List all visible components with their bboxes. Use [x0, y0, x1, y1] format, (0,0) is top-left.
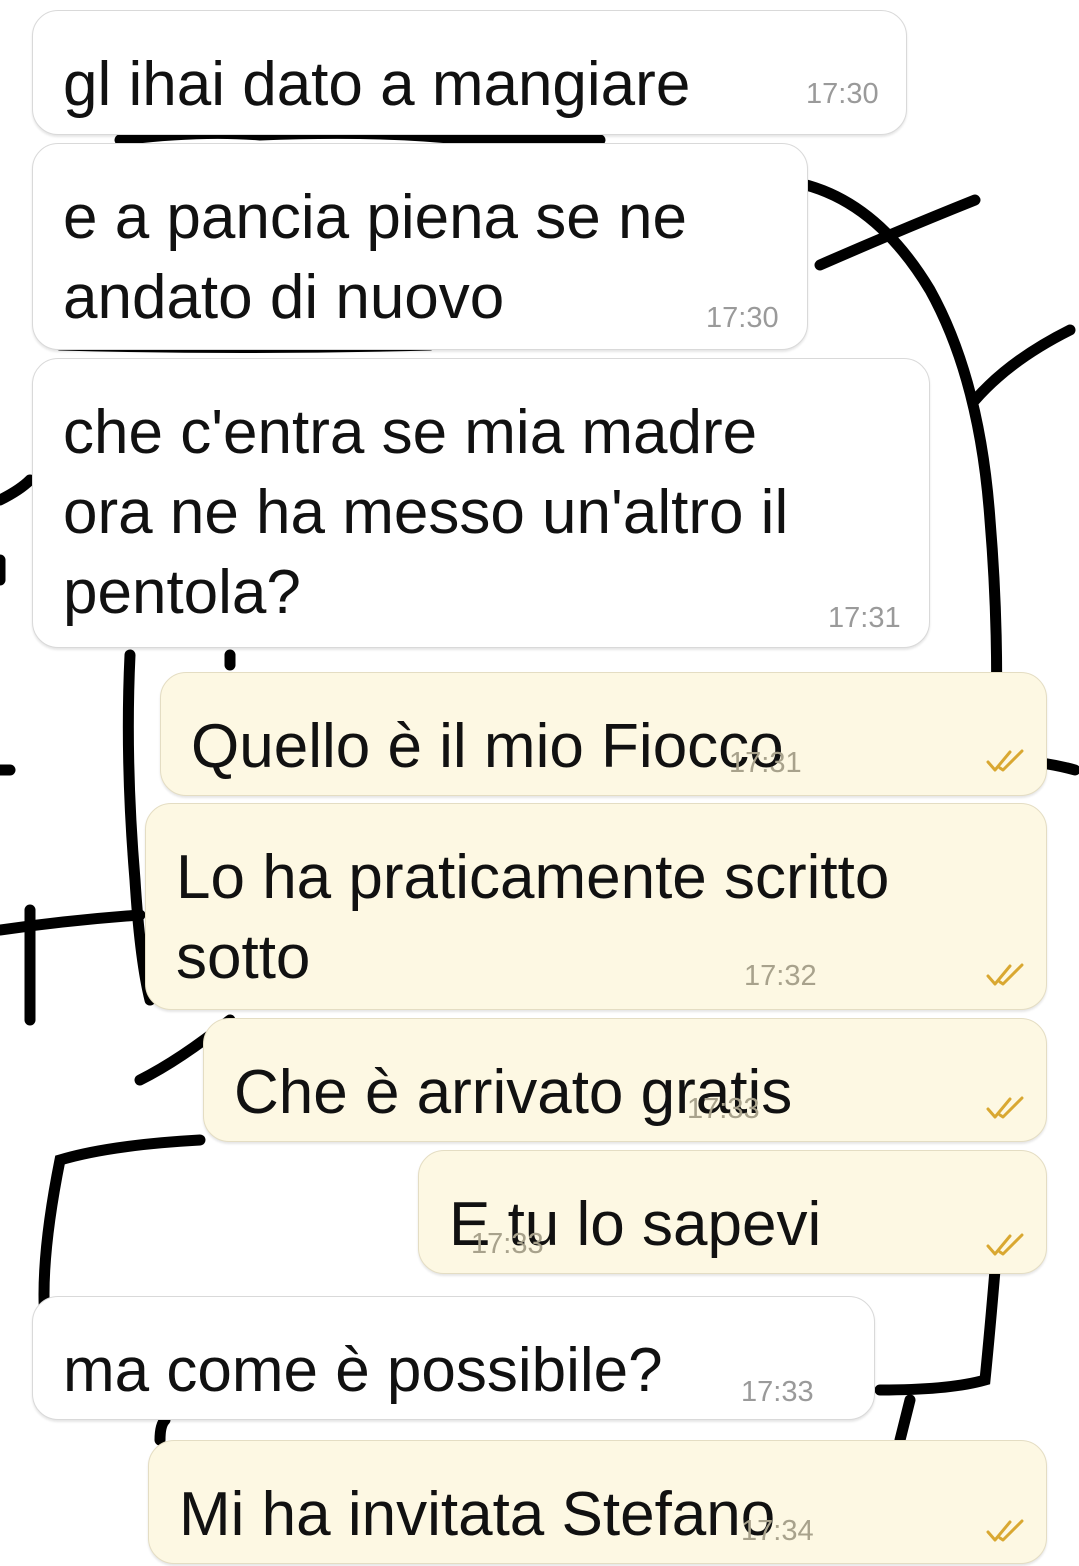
message-timestamp: 17:33 [741, 1376, 814, 1408]
message-timestamp: 17:30 [706, 302, 779, 334]
outgoing-message-bubble[interactable]: Quello è il mio Fiocco 17:31 [160, 672, 1047, 796]
message-timestamp: 17:31 [828, 602, 901, 634]
message-timestamp: 17:33 [687, 1093, 760, 1125]
read-ticks-icon [986, 1519, 1024, 1542]
message-timestamp: 17:30 [806, 78, 879, 110]
outgoing-message-bubble[interactable]: Che è arrivato gratis 17:33 [203, 1018, 1047, 1142]
message-timestamp: 17:31 [729, 747, 802, 779]
incoming-message-bubble[interactable]: ma come è possibile? 17:33 [32, 1296, 875, 1420]
read-ticks-icon [986, 963, 1024, 986]
incoming-message-bubble[interactable]: e a pancia piena se ne andato di nuovo 17… [32, 143, 808, 350]
message-text: che c'entra se mia madre ora ne ha messo… [63, 398, 789, 627]
message-text: ma come è possibile? [63, 1336, 663, 1405]
message-text: Mi ha invitata Stefano [179, 1480, 776, 1549]
read-ticks-icon [986, 1233, 1024, 1256]
outgoing-message-bubble[interactable]: E tu lo sapevi 17:33 [418, 1150, 1047, 1274]
incoming-message-bubble[interactable]: che c'entra se mia madre ora ne ha messo… [32, 358, 930, 648]
message-timestamp: 17:34 [741, 1515, 814, 1547]
message-text: gl ihai dato a mangiare [63, 50, 691, 119]
outgoing-message-bubble[interactable]: Lo ha praticamente scritto sotto 17:32 [145, 803, 1047, 1010]
message-timestamp: 17:32 [744, 960, 817, 992]
incoming-message-bubble[interactable]: gl ihai dato a mangiare 17:30 [32, 10, 907, 135]
message-timestamp: 17:33 [471, 1228, 544, 1260]
message-text: e a pancia piena se ne andato di nuovo [63, 183, 687, 332]
message-text: Quello è il mio Fiocco [191, 712, 784, 781]
outgoing-message-bubble[interactable]: Mi ha invitata Stefano 17:34 [148, 1440, 1047, 1564]
read-ticks-icon [986, 1096, 1024, 1119]
read-ticks-icon [986, 749, 1024, 772]
